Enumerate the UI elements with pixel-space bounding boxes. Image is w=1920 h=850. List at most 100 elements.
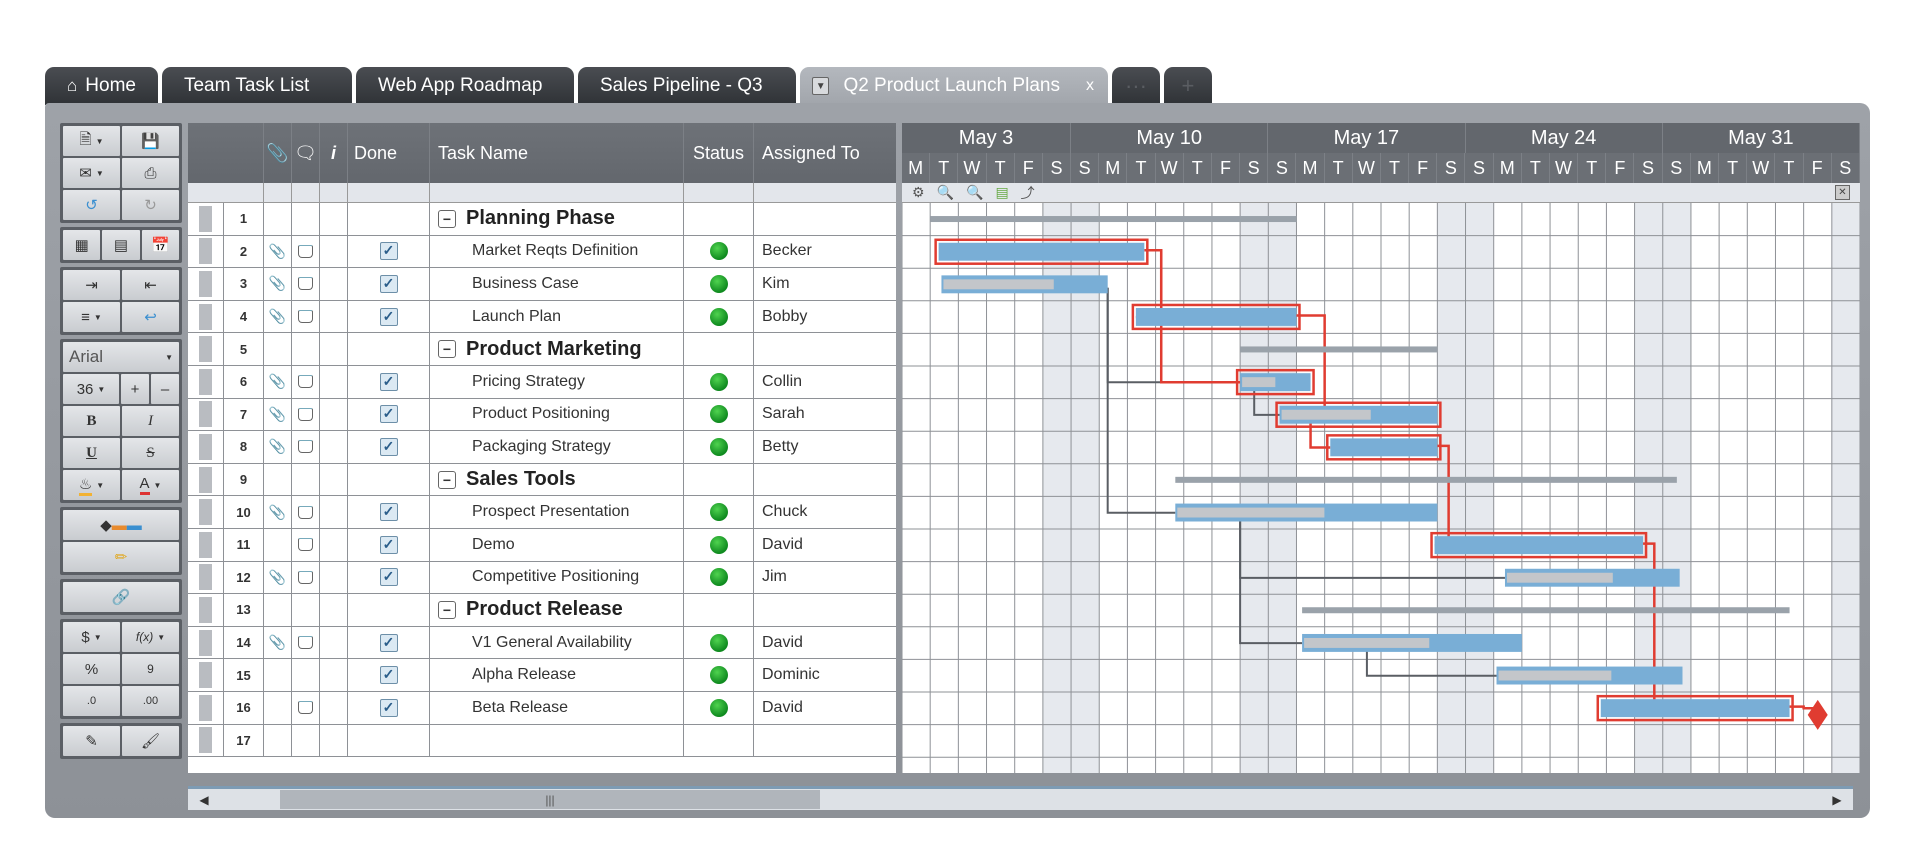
status-cell[interactable]: [684, 300, 754, 333]
format-painter-button[interactable]: 🖌: [122, 726, 179, 756]
task-name-cell[interactable]: − Product Release: [430, 594, 684, 626]
row-handle[interactable]: [188, 431, 224, 463]
underline-button[interactable]: U: [63, 438, 120, 468]
tab-web-app-roadmap[interactable]: Web App Roadmap: [355, 67, 574, 105]
comment-cell[interactable]: [292, 561, 320, 594]
assigned-to-cell[interactable]: Dominic: [754, 659, 896, 691]
assigned-to-cell[interactable]: [754, 203, 896, 235]
info-cell[interactable]: [320, 463, 348, 496]
status-cell[interactable]: [684, 724, 754, 757]
close-gantt-icon[interactable]: ✕: [1835, 185, 1850, 200]
done-cell[interactable]: ✓: [348, 398, 430, 431]
task-name-cell[interactable]: Packaging Strategy: [430, 431, 684, 463]
status-cell[interactable]: [684, 431, 754, 463]
comment-cell[interactable]: [292, 203, 320, 235]
done-cell[interactable]: [348, 594, 430, 626]
row-handle[interactable]: [188, 333, 224, 365]
assigned-to-cell[interactable]: Bobby: [754, 301, 896, 333]
assigned-to-cell[interactable]: [754, 464, 896, 496]
comment-cell[interactable]: [292, 594, 320, 626]
attachment-cell[interactable]: [264, 528, 292, 561]
comment-cell[interactable]: [292, 365, 320, 398]
info-cell[interactable]: [320, 496, 348, 528]
done-checkbox[interactable]: ✓: [379, 405, 398, 424]
column-header-status[interactable]: Status: [684, 123, 754, 183]
table-row[interactable]: 2 📎 ✓ Market Reqts Definition Becker: [188, 235, 896, 269]
row-handle[interactable]: [188, 561, 224, 594]
done-checkbox[interactable]: ✓: [379, 437, 398, 456]
status-cell[interactable]: [684, 561, 754, 594]
task-name-cell[interactable]: Competitive Positioning: [430, 561, 684, 594]
task-name-cell[interactable]: Business Case: [430, 268, 684, 300]
done-cell[interactable]: [348, 724, 430, 757]
add-tab-button[interactable]: +: [1163, 67, 1212, 105]
info-cell[interactable]: [320, 561, 348, 594]
new-button[interactable]: 🗎 ▼: [63, 126, 120, 156]
table-row[interactable]: 11 ✓ Demo David: [188, 528, 896, 562]
status-cell[interactable]: [684, 365, 754, 398]
save-button[interactable]: 💾: [122, 126, 179, 156]
assigned-to-cell[interactable]: David: [754, 627, 896, 659]
comment-cell[interactable]: [292, 528, 320, 561]
comment-cell[interactable]: [292, 626, 320, 659]
done-cell[interactable]: [348, 333, 430, 365]
status-cell[interactable]: [684, 333, 754, 365]
font-size-increase[interactable]: +: [121, 374, 149, 404]
task-name-cell[interactable]: − Planning Phase: [430, 203, 684, 235]
table-row[interactable]: 17: [188, 724, 896, 758]
attachment-cell[interactable]: 📎: [264, 365, 292, 398]
increase-decimal-button[interactable]: .00: [122, 686, 179, 716]
done-cell[interactable]: ✓: [348, 268, 430, 300]
phase-row[interactable]: 5 − Product Marketing: [188, 333, 896, 366]
attachment-cell[interactable]: [264, 203, 292, 235]
done-checkbox[interactable]: ✓: [379, 307, 398, 326]
gantt-view-button[interactable]: ▤: [102, 230, 140, 260]
indent-button[interactable]: ⇥: [63, 270, 120, 300]
assigned-to-cell[interactable]: David: [754, 692, 896, 724]
column-header-done[interactable]: Done: [348, 123, 430, 183]
attachment-column-icon[interactable]: 📎: [264, 123, 292, 183]
attachment-cell[interactable]: 📎: [264, 300, 292, 333]
task-name-cell[interactable]: Alpha Release: [430, 659, 684, 691]
comment-cell[interactable]: [292, 463, 320, 496]
table-row[interactable]: 10 📎 ✓ Prospect Presentation Chuck: [188, 496, 896, 529]
column-header-task-name[interactable]: Task Name: [430, 123, 684, 183]
status-cell[interactable]: [684, 398, 754, 431]
task-name-cell[interactable]: Product Positioning: [430, 398, 684, 431]
comment-cell[interactable]: [292, 659, 320, 691]
status-cell[interactable]: [684, 691, 754, 724]
task-name-cell[interactable]: Market Reqts Definition: [430, 235, 684, 268]
status-cell[interactable]: [684, 659, 754, 691]
attachment-cell[interactable]: 📎: [264, 561, 292, 594]
status-cell[interactable]: [684, 626, 754, 659]
bold-button[interactable]: B: [63, 406, 120, 436]
zoom-in-icon[interactable]: 🔍: [966, 184, 983, 201]
row-handle[interactable]: [188, 203, 224, 235]
task-name-cell[interactable]: Pricing Strategy: [430, 365, 684, 398]
info-cell[interactable]: [320, 398, 348, 431]
row-handle[interactable]: [188, 235, 224, 268]
table-row[interactable]: 16 ✓ Beta Release David: [188, 691, 896, 725]
info-cell[interactable]: [320, 528, 348, 561]
row-handle[interactable]: [188, 724, 224, 757]
undo-button[interactable]: ↺: [63, 190, 120, 220]
done-cell[interactable]: ✓: [348, 561, 430, 594]
row-handle[interactable]: [188, 300, 224, 333]
row-handle[interactable]: [188, 365, 224, 398]
row-handle[interactable]: [188, 398, 224, 431]
assigned-to-cell[interactable]: Becker: [754, 236, 896, 268]
redo-button[interactable]: ↻: [122, 190, 179, 220]
done-cell[interactable]: ✓: [348, 691, 430, 724]
highlight-changes-button[interactable]: ✏: [63, 542, 179, 572]
decrease-decimal-button[interactable]: .0: [63, 686, 120, 716]
comment-cell[interactable]: [292, 235, 320, 268]
scroll-right-arrow[interactable]: ▶: [1821, 793, 1853, 807]
critical-path-icon[interactable]: ⤴: [1021, 183, 1035, 203]
collapse-icon[interactable]: −: [438, 340, 456, 359]
more-tabs-button[interactable]: ···: [1111, 67, 1160, 105]
done-checkbox[interactable]: ✓: [379, 242, 398, 261]
done-cell[interactable]: ✓: [348, 235, 430, 268]
done-checkbox[interactable]: ✓: [379, 274, 398, 293]
conditional-format-button[interactable]: ◆▬▬: [63, 510, 179, 540]
scroll-thumb[interactable]: |||: [280, 790, 820, 809]
